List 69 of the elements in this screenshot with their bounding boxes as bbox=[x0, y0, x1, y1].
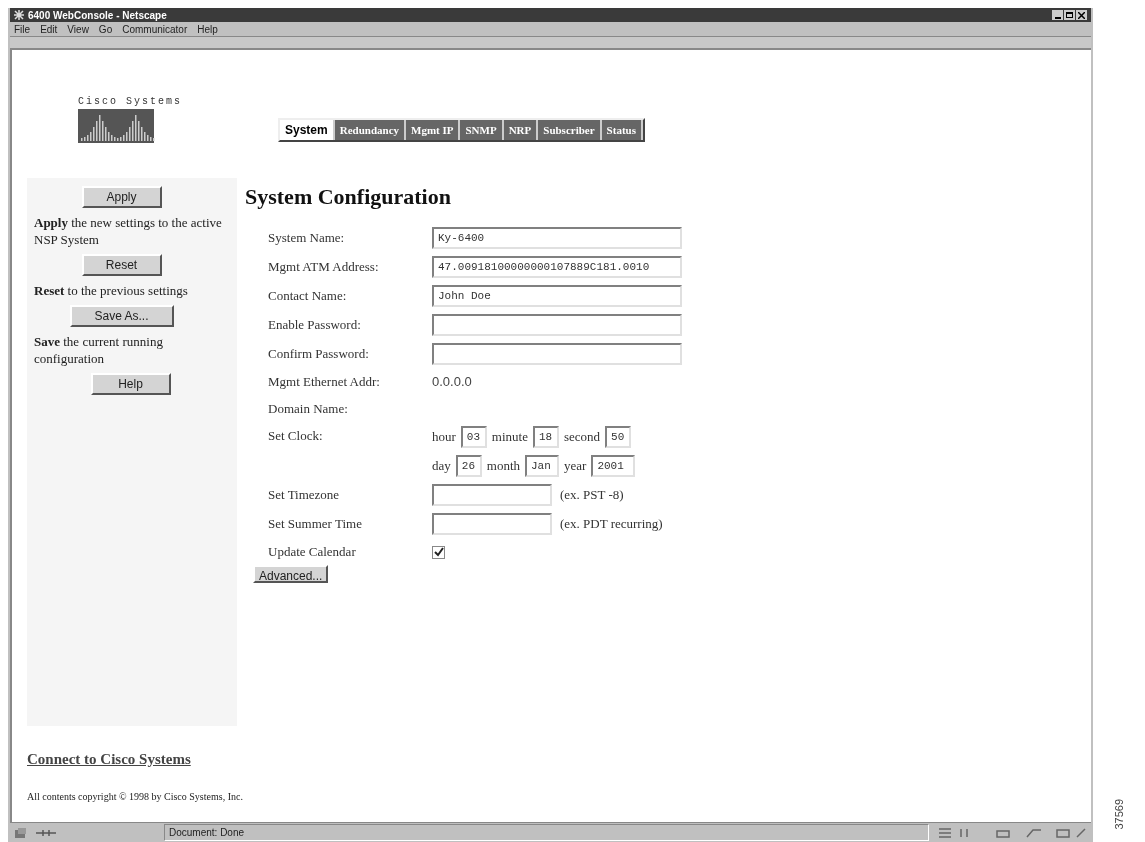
component-bar-icon[interactable] bbox=[937, 826, 1087, 839]
field-label: Confirm Password: bbox=[268, 345, 370, 364]
menu-item[interactable]: Help bbox=[197, 21, 218, 37]
input-field[interactable]: 18 bbox=[532, 426, 559, 448]
field-value: 0.0.0.0 bbox=[432, 373, 472, 392]
menu-item[interactable]: Communicator bbox=[122, 21, 188, 37]
copyright-text: All contents copyright © 1998 by Cisco Systems, Inc. bbox=[27, 789, 244, 804]
form-button[interactable]: Advanced... bbox=[253, 565, 329, 583]
logo-text: Cisco Systems bbox=[78, 95, 182, 109]
input-field[interactable] bbox=[432, 343, 682, 365]
nav-tab[interactable]: Subscriber bbox=[538, 120, 602, 140]
unit-label: month bbox=[486, 457, 520, 476]
input-field[interactable] bbox=[432, 484, 552, 506]
menu-item[interactable]: Go bbox=[98, 21, 113, 37]
field-label: Mgmt Ethernet Addr: bbox=[268, 373, 381, 392]
input-field[interactable]: 03 bbox=[460, 426, 487, 448]
field-label: Contact Name: bbox=[268, 287, 348, 306]
unit-label: day bbox=[432, 457, 451, 476]
cisco-link[interactable]: Connect to Cisco Systems bbox=[27, 748, 191, 771]
hint-text: (ex. PST -8) bbox=[560, 486, 624, 505]
button-description: Apply the new settings to the active NSP System bbox=[34, 214, 223, 248]
connection-icon bbox=[36, 827, 56, 838]
nav-tab[interactable]: Status bbox=[601, 120, 643, 140]
unit-label: second bbox=[563, 428, 601, 447]
unit-label: minute bbox=[491, 428, 528, 447]
field-label: Set Clock: bbox=[268, 427, 324, 445]
nav-tab[interactable]: Redundancy bbox=[334, 120, 406, 140]
nav-tab[interactable]: NRP bbox=[503, 120, 539, 140]
nav-tab[interactable]: Mgmt IP bbox=[406, 120, 461, 140]
checkbox[interactable] bbox=[432, 545, 445, 559]
form-button[interactable]: Reset bbox=[81, 254, 162, 276]
button-description: Reset to the previous settings bbox=[34, 282, 189, 299]
input-field[interactable]: John Doe bbox=[432, 285, 682, 307]
form-button[interactable]: Apply bbox=[81, 186, 162, 208]
minimize-button[interactable] bbox=[1052, 10, 1063, 20]
unit-label: year bbox=[564, 457, 587, 476]
hint-text: (ex. PDT recurring) bbox=[560, 515, 663, 534]
status-text: Document: Done bbox=[164, 824, 929, 841]
field-label: System Name: bbox=[268, 229, 346, 248]
input-field[interactable]: 47.00918100000000107889C181.0010 bbox=[432, 256, 682, 278]
field-label: Domain Name: bbox=[268, 400, 349, 419]
app-icon bbox=[14, 10, 24, 20]
unit-label: hour bbox=[432, 428, 456, 447]
field-label: Update Calendar bbox=[268, 543, 357, 562]
input-field[interactable]: 50 bbox=[605, 426, 632, 448]
window-title: 6400 WebConsole - Netscape bbox=[28, 8, 168, 23]
input-field[interactable]: 26 bbox=[455, 455, 482, 477]
figure-number: 37569 bbox=[1111, 798, 1126, 830]
field-label: Set Timezone bbox=[268, 486, 341, 505]
close-button[interactable] bbox=[1076, 10, 1087, 20]
menu-item[interactable]: Edit bbox=[40, 21, 58, 37]
form-button[interactable]: Help bbox=[90, 373, 171, 395]
input-field[interactable]: Jan bbox=[525, 455, 559, 477]
field-label: Mgmt ATM Address: bbox=[268, 258, 380, 277]
maximize-button[interactable] bbox=[1064, 10, 1075, 20]
field-label: Set Summer Time bbox=[268, 515, 363, 534]
security-icon bbox=[14, 826, 28, 839]
nav-tab[interactable]: SNMP bbox=[460, 120, 504, 140]
logo-icon bbox=[78, 109, 156, 143]
input-field[interactable]: Ky-6400 bbox=[432, 227, 682, 249]
input-field[interactable] bbox=[432, 314, 682, 336]
button-description: Save the current running configuration bbox=[34, 333, 164, 367]
input-field[interactable]: 2001 bbox=[591, 455, 636, 477]
form-button[interactable]: Save As... bbox=[69, 305, 174, 327]
menu-item[interactable]: View bbox=[67, 21, 89, 37]
menu-item[interactable]: File bbox=[14, 21, 31, 37]
field-label: Enable Password: bbox=[268, 316, 362, 335]
input-field[interactable] bbox=[432, 513, 552, 535]
page-heading: System Configuration bbox=[245, 183, 452, 211]
